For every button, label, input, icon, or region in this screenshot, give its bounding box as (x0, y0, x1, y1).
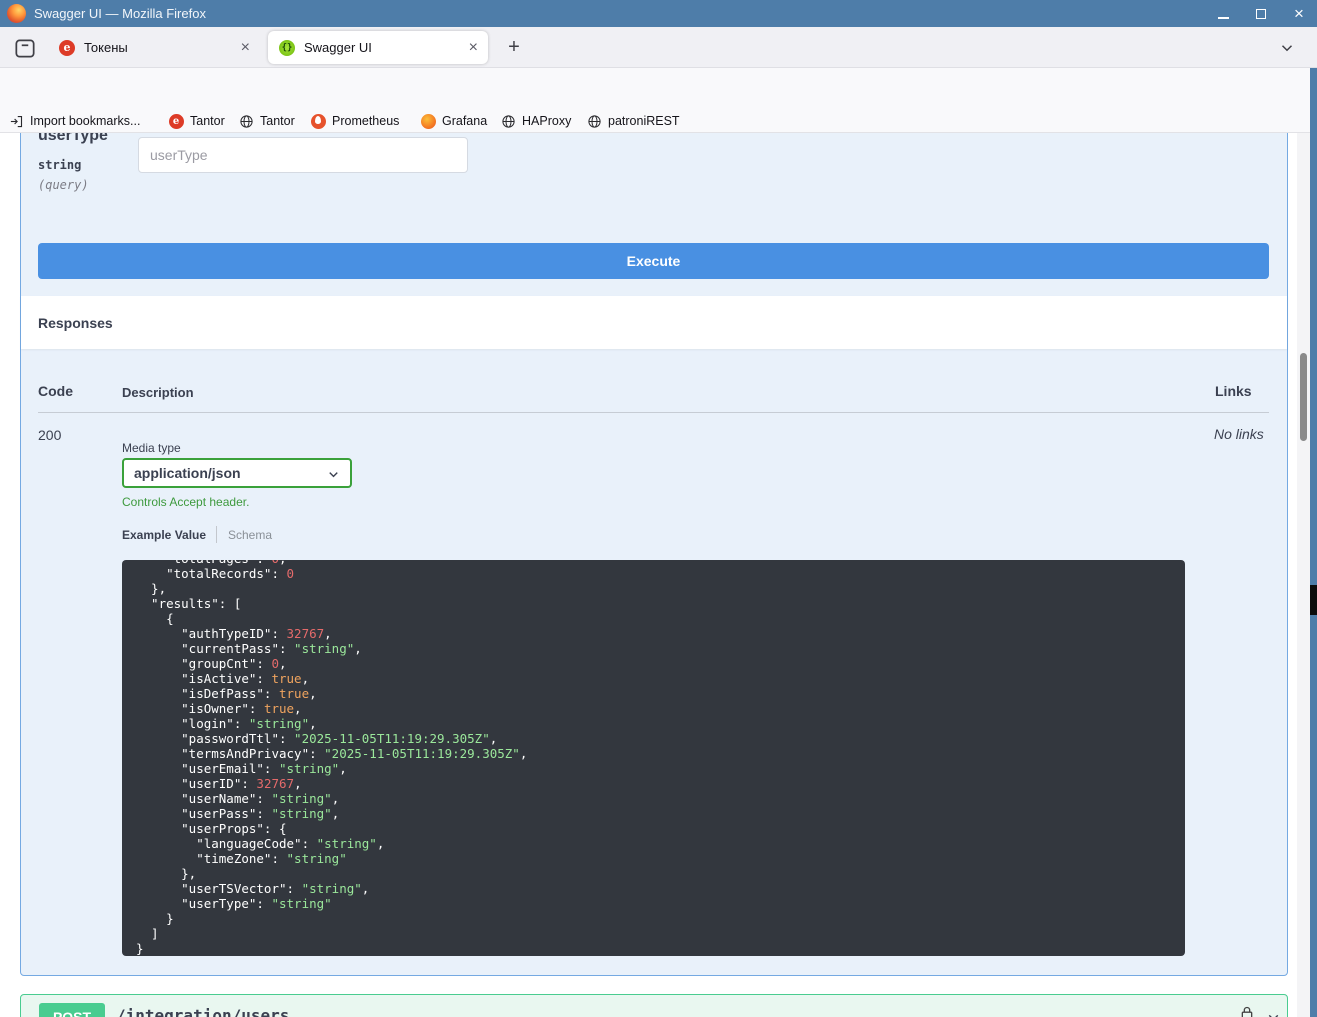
tantor-icon: e (168, 113, 184, 129)
code-column-header: Code (38, 383, 73, 399)
prometheus-icon (310, 113, 326, 129)
bookmark-label: patroniREST (608, 114, 680, 128)
post-method-badge: POST (39, 1003, 105, 1017)
post-operation-block[interactable]: POST /integration/users (20, 994, 1288, 1017)
swagger-favicon-icon: {} (279, 40, 295, 56)
grafana-icon (420, 113, 436, 129)
window-title: Swagger UI — Mozilla Firefox (34, 6, 206, 21)
tab-close-icon[interactable]: × (469, 40, 478, 56)
tab-swagger-ui[interactable]: {} Swagger UI × (268, 31, 488, 64)
responses-title: Responses (38, 315, 113, 331)
tokens-favicon-icon: e (59, 40, 75, 56)
table-divider (38, 412, 1269, 413)
scrollbar-track[interactable] (1297, 133, 1310, 1017)
bookmark-label: Import bookmarks... (30, 114, 140, 128)
import-icon (8, 113, 24, 129)
tab-label: Swagger UI (304, 40, 469, 55)
parameter-location: (query) (38, 178, 89, 192)
media-type-label: Media type (122, 441, 181, 455)
tab-separator (216, 526, 217, 543)
maximize-button[interactable] (1251, 4, 1271, 24)
tab-list-chevron-icon[interactable] (1278, 39, 1298, 59)
bookmark-import[interactable]: Import bookmarks... (8, 110, 140, 132)
bookmark-tantor-1[interactable]: e Tantor (168, 110, 225, 132)
description-column-header: Description (122, 385, 194, 400)
tab-bar: e Токены × {} Swagger UI × + (0, 27, 1317, 68)
bookmark-label: Tantor (190, 114, 225, 128)
no-links-text: No links (1214, 426, 1264, 442)
new-tab-button[interactable]: + (503, 37, 525, 59)
expand-chevron-icon[interactable] (1265, 1009, 1282, 1017)
parameter-type: string (38, 158, 81, 172)
response-code: 200 (38, 427, 61, 443)
browser-window: Swagger UI — Mozilla Firefox × e Токены … (0, 0, 1317, 1017)
tab-example-value[interactable]: Example Value (122, 528, 206, 542)
globe-icon (238, 113, 254, 129)
firefox-logo-icon (7, 4, 26, 23)
execute-button[interactable]: Execute (38, 243, 1269, 279)
tab-close-icon[interactable]: × (241, 40, 250, 56)
minimize-button[interactable] (1213, 4, 1233, 24)
bookmark-patronirest[interactable]: patroniREST (586, 110, 680, 132)
links-column-header: Links (1215, 383, 1252, 399)
bookmark-haproxy[interactable]: HAProxy (500, 110, 571, 132)
bookmark-label: Tantor (260, 114, 295, 128)
title-bar: Swagger UI — Mozilla Firefox × (0, 0, 1317, 27)
globe-icon (500, 113, 516, 129)
responses-section-header: Responses (21, 296, 1287, 349)
close-button[interactable]: × (1289, 4, 1309, 24)
bookmark-prometheus[interactable]: Prometheus (310, 110, 399, 132)
media-type-hint: Controls Accept header. (122, 495, 249, 509)
parameter-name: userType (38, 133, 108, 145)
tab-tokens[interactable]: e Токены × (48, 31, 260, 64)
bookmark-label: Prometheus (332, 114, 399, 128)
bookmark-label: Grafana (442, 114, 487, 128)
bookmark-grafana[interactable]: Grafana (420, 110, 487, 132)
post-endpoint-path: /integration/users (116, 1006, 289, 1017)
tab-schema[interactable]: Schema (228, 528, 272, 542)
example-json-block: "totalPages": 0, "totalRecords": 0 }, "r… (122, 560, 1185, 956)
chevron-down-icon (326, 467, 341, 482)
example-json-code: "totalPages": 0, "totalRecords": 0 }, "r… (136, 560, 1171, 956)
media-type-value: application/json (134, 465, 241, 481)
firefox-view-icon[interactable] (12, 35, 38, 61)
page-content: userType string (query) Execute Response… (0, 133, 1297, 1017)
scrollbar-thumb[interactable] (1300, 353, 1307, 441)
tab-label: Токены (84, 40, 241, 55)
bookmarks-bar: Import bookmarks... e Tantor Tantor Prom… (0, 110, 1317, 133)
usertype-input[interactable] (138, 137, 468, 173)
navigation-bar: https://education.tantorlabs.ru/docs/#/u… (0, 68, 1317, 110)
globe-icon (586, 113, 602, 129)
bookmark-label: HAProxy (522, 114, 571, 128)
window-border (1310, 68, 1317, 1017)
auth-lock-icon[interactable] (1239, 1005, 1255, 1017)
bookmark-tantor-2[interactable]: Tantor (238, 110, 295, 132)
border-mark (1310, 585, 1317, 615)
media-type-select[interactable]: application/json (122, 458, 352, 488)
